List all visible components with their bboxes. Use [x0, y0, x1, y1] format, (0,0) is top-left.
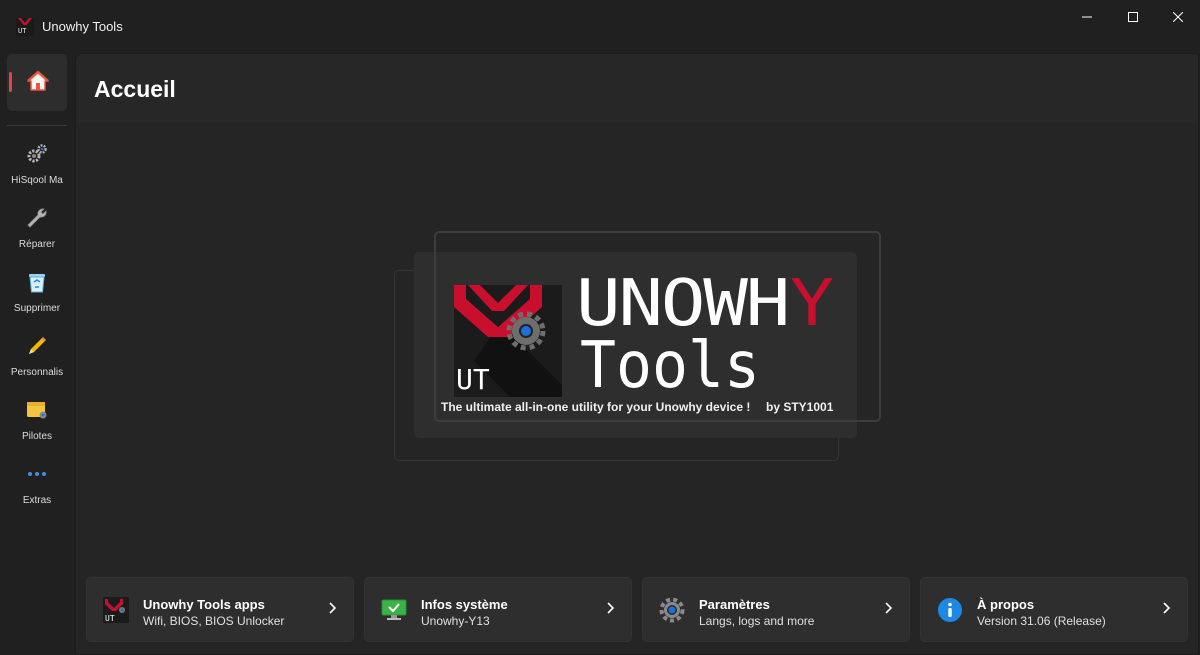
- nav-item-hisqool[interactable]: HiSqool Ma: [0, 142, 74, 200]
- nav-item-home[interactable]: [7, 54, 67, 111]
- nav-item-personalize[interactable]: Personnalis: [0, 334, 74, 392]
- svg-text:UT: UT: [105, 614, 115, 623]
- pencil-icon: [25, 334, 49, 358]
- nav-separator: [7, 125, 67, 126]
- recycle-bin-icon: [25, 270, 49, 294]
- chevron-right-icon: [1163, 602, 1171, 614]
- unowhy-tools-mark-icon: UT: [454, 285, 562, 397]
- wrench-icon: [25, 206, 49, 230]
- minimize-button[interactable]: [1064, 0, 1110, 34]
- card-title: Paramètres: [699, 597, 770, 612]
- nav-label: Supprimer: [13, 303, 61, 314]
- card-title: Unowhy Tools apps: [143, 597, 265, 612]
- nav-item-repair[interactable]: Réparer: [0, 206, 74, 264]
- info-icon: [937, 597, 963, 623]
- svg-text:Y: Y: [790, 269, 834, 341]
- card-subtitle: Unowhy-Y13: [421, 614, 490, 628]
- card-settings[interactable]: Paramètres Langs, logs and more: [642, 577, 910, 642]
- maximize-button[interactable]: [1110, 0, 1156, 34]
- unowhy-tools-logo-icon: UT: [103, 597, 129, 623]
- hero-byline: by STY1001: [766, 400, 834, 414]
- brand-wordmark: UNOWH Y Tools: [576, 269, 834, 393]
- svg-text:Tools: Tools: [580, 329, 760, 393]
- nav-label: HiSqool Ma: [11, 175, 63, 186]
- monitor-check-icon: [381, 597, 407, 623]
- card-about[interactable]: À propos Version 31.06 (Release): [920, 577, 1188, 642]
- app-window: UT Unowhy Tools HiSqool Ma Réparer Suppr…: [0, 0, 1200, 655]
- nav-label: Extras: [22, 495, 52, 506]
- card-unowhy-tools-apps[interactable]: UT Unowhy Tools apps Wifi, BIOS, BIOS Un…: [86, 577, 354, 642]
- nav-label: Personnalis: [10, 367, 64, 378]
- close-icon: [1173, 12, 1183, 22]
- driver-folder-icon: [25, 398, 49, 422]
- nav-label: Réparer: [18, 239, 56, 250]
- minimize-icon: [1082, 16, 1092, 18]
- hero-banner: UT UNOWH Y Tools The ultimate all-in-one…: [76, 123, 1198, 654]
- chevron-right-icon: [885, 602, 893, 614]
- settings-gear-icon: [659, 597, 685, 623]
- gears-icon: [25, 142, 49, 166]
- nav-item-drivers[interactable]: Pilotes: [0, 398, 74, 456]
- chevron-right-icon: [329, 602, 337, 614]
- card-subtitle: Version 31.06 (Release): [977, 614, 1106, 628]
- card-system-info[interactable]: Infos système Unowhy-Y13: [364, 577, 632, 642]
- hero-tagline: The ultimate all-in-one utility for your…: [441, 400, 751, 414]
- card-subtitle: Langs, logs and more: [699, 614, 815, 628]
- app-logo-icon: UT: [16, 18, 34, 36]
- home-icon: [27, 70, 49, 91]
- close-button[interactable]: [1155, 0, 1200, 34]
- selection-indicator: [9, 72, 12, 92]
- title-bar: UT Unowhy Tools: [0, 0, 1200, 52]
- maximize-icon: [1128, 12, 1138, 22]
- card-title: Infos système: [421, 597, 508, 612]
- svg-text:UT: UT: [456, 363, 490, 396]
- page-title: Accueil: [94, 76, 176, 102]
- nav-label: Pilotes: [21, 431, 52, 442]
- card-title: À propos: [977, 597, 1035, 612]
- window-title: Unowhy Tools: [42, 19, 123, 34]
- nav-item-delete[interactable]: Supprimer: [0, 270, 74, 328]
- card-subtitle: Wifi, BIOS, BIOS Unlocker: [143, 614, 285, 628]
- content-area: Accueil UT UNOWH Y Tools The ultimate al…: [75, 53, 1199, 655]
- chevron-right-icon: [607, 602, 615, 614]
- more-dots-icon: [25, 462, 49, 486]
- nav-item-extras[interactable]: Extras: [0, 462, 74, 520]
